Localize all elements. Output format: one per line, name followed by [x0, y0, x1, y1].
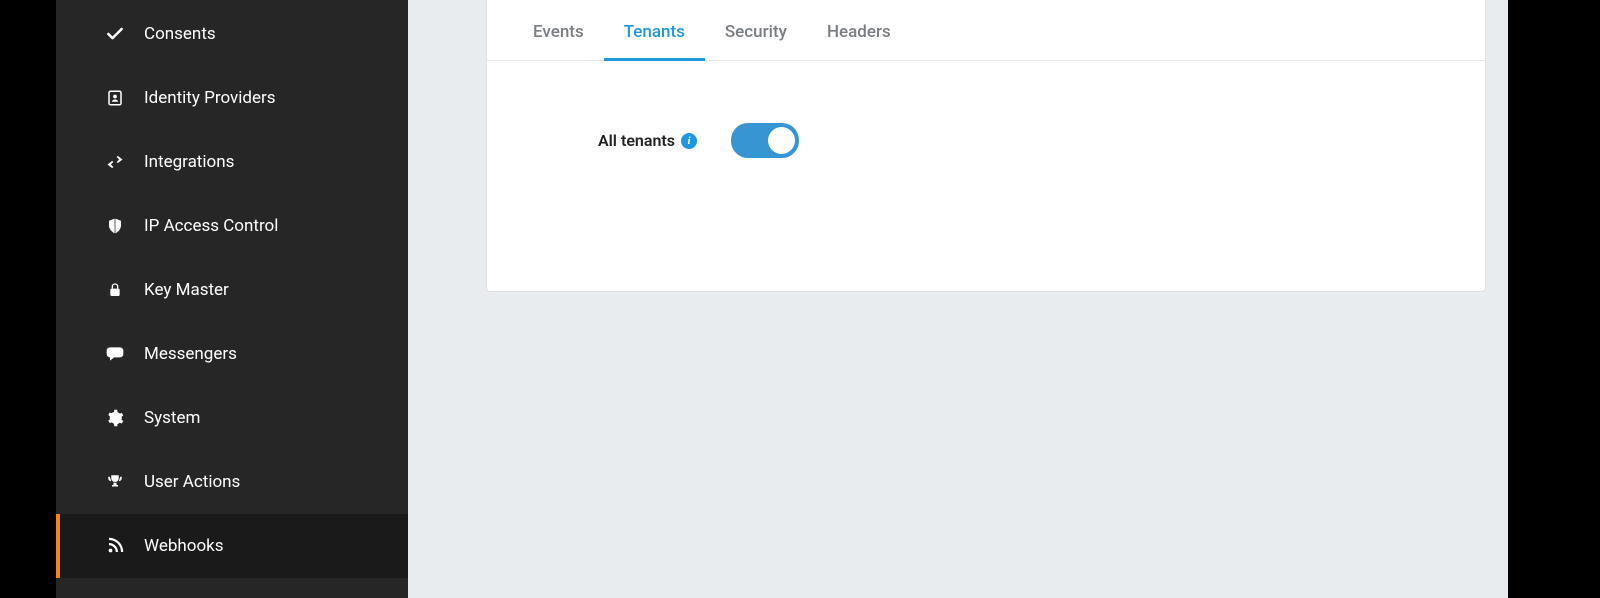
all-tenants-toggle[interactable]	[731, 123, 799, 158]
sidebar-item-label: Webhooks	[144, 536, 224, 556]
sidebar-item-label: Messengers	[144, 344, 237, 364]
sidebar-item-label: Consents	[144, 24, 216, 44]
info-icon[interactable]: i	[681, 133, 697, 149]
all-tenants-row: All tenants i	[487, 123, 1485, 158]
tab-security[interactable]: Security	[705, 22, 807, 60]
sidebar-item-key-master[interactable]: Key Master	[56, 258, 408, 322]
toggle-knob	[768, 127, 795, 154]
rss-icon	[104, 535, 126, 557]
right-black-border	[1508, 0, 1600, 598]
check-icon	[104, 23, 126, 45]
sidebar-item-system[interactable]: System	[56, 386, 408, 450]
sidebar-item-identity-providers[interactable]: Identity Providers	[56, 66, 408, 130]
sidebar-item-webhooks[interactable]: Webhooks	[56, 514, 408, 578]
all-tenants-label-wrap: All tenants i	[513, 131, 703, 150]
all-tenants-label: All tenants	[598, 131, 675, 150]
main-content: Events Tenants Security Headers All tena…	[408, 0, 1600, 598]
shield-icon	[104, 215, 126, 237]
trophy-icon	[104, 471, 126, 493]
id-card-icon	[104, 87, 126, 109]
sidebar-item-label: Identity Providers	[144, 88, 276, 108]
settings-card: Events Tenants Security Headers All tena…	[486, 0, 1486, 292]
gear-icon	[104, 407, 126, 429]
tab-tenants[interactable]: Tenants	[604, 22, 705, 60]
sidebar-item-messengers[interactable]: Messengers	[56, 322, 408, 386]
sidebar-item-integrations[interactable]: Integrations	[56, 130, 408, 194]
swap-arrows-icon	[104, 151, 126, 173]
sidebar-item-label: Key Master	[144, 280, 229, 300]
sidebar: Consents Identity Providers Integrations…	[56, 0, 408, 598]
sidebar-item-label: IP Access Control	[144, 216, 278, 236]
chat-icon	[104, 343, 126, 365]
sidebar-item-consents[interactable]: Consents	[56, 2, 408, 66]
tab-headers[interactable]: Headers	[807, 22, 911, 60]
sidebar-item-label: System	[144, 408, 200, 428]
sidebar-item-user-actions[interactable]: User Actions	[56, 450, 408, 514]
sidebar-item-label: User Actions	[144, 472, 240, 492]
tab-events[interactable]: Events	[513, 22, 604, 60]
tabs: Events Tenants Security Headers	[487, 0, 1485, 61]
lock-icon	[104, 279, 126, 301]
sidebar-item-label: Integrations	[144, 152, 234, 172]
sidebar-item-ip-access-control[interactable]: IP Access Control	[56, 194, 408, 258]
